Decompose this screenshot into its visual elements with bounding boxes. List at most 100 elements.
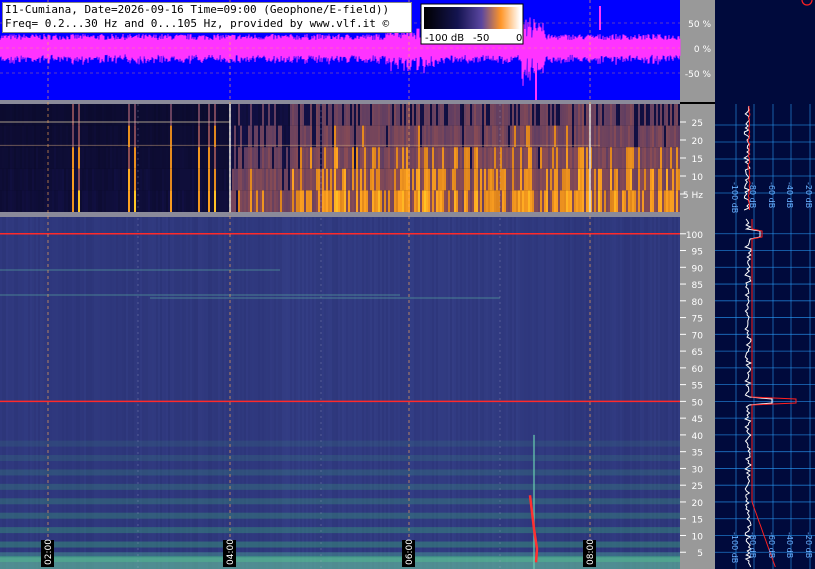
spectrogram-low-cell (150, 190, 152, 212)
spectrogram-low-cell (80, 168, 82, 191)
spectrogram-low-cell (632, 104, 634, 126)
spectrogram-low-cell (104, 125, 106, 148)
spectrogram-low-cell (308, 125, 310, 148)
spectrogram-low-cell (630, 125, 632, 148)
spectrogram-low-cell (28, 168, 30, 191)
spectrogram-low-cell (36, 168, 38, 191)
spectrogram-low-cell (314, 168, 316, 191)
panel-separator-1 (0, 100, 680, 104)
spectrogram-low-cell (486, 147, 488, 169)
spectrogram-low-cell (362, 125, 364, 148)
spectrogram-low-cell (676, 125, 678, 148)
spectrogram-low-cell (16, 168, 18, 191)
spectrogram-low-cell (548, 125, 550, 148)
spectrogram-low-cell (322, 190, 324, 212)
spectrogram-low-cell (670, 147, 672, 169)
spectrogram-high-band (0, 498, 680, 505)
spectrogram-low-cell (642, 147, 644, 169)
spectrogram-low-cell (526, 190, 528, 212)
spectrogram-low-cell (66, 147, 68, 169)
spectrogram-low-cell (222, 125, 224, 148)
spectrogram-low-cell (106, 147, 108, 169)
spectrogram-low-cell (478, 147, 480, 169)
spectrogram-low-cell (188, 168, 190, 191)
spectrogram-low-cell (296, 190, 298, 212)
spectrogram-low-cell (612, 104, 614, 126)
spectrogram-low-cell (388, 147, 390, 169)
spectrogram-low-cell (614, 190, 616, 212)
spectrogram-low-cell (634, 125, 636, 148)
spectrogram-low-cell (412, 125, 414, 148)
spectrogram-low-cell (672, 125, 674, 148)
spectrogram-low-cell (536, 190, 538, 212)
spectrogram-low-cell (560, 147, 562, 169)
spectrogram-low-cell (534, 168, 536, 191)
spectrogram-high-band (0, 557, 680, 569)
spectrogram-low-cell (640, 147, 642, 169)
spectrogram-low-cell (570, 168, 572, 191)
spectrogram-low-cell (466, 168, 468, 191)
spectrogram-low-cell (494, 104, 496, 126)
spectrogram-low-cell (434, 147, 436, 169)
spectrogram-low-cell (240, 190, 242, 212)
spectrogram-low-cell (484, 168, 486, 191)
spectrogram-low-cell (428, 147, 430, 169)
spectrogram-low-cell (34, 190, 36, 212)
spectrogram-low-cell (542, 104, 544, 126)
spectrogram-low-cell (122, 190, 124, 212)
spectrogram-low-cell (572, 147, 574, 169)
spectrogram-low-cell (400, 168, 402, 191)
spectrogram-low-cell (288, 147, 290, 169)
spectrogram-low-cell (116, 168, 118, 191)
spectrogram-low-cell (674, 190, 676, 212)
spectrum-high-db-label: -100 dB (730, 532, 739, 563)
spectrogram-low-cell (412, 104, 414, 126)
spectrogram-low-cell (274, 147, 276, 169)
spectrogram-low-cell (110, 168, 112, 191)
spectrum-high-db-label: -80 dB (748, 532, 757, 558)
spectrogram-low-cell (324, 147, 326, 169)
spectrogram-low-cell (512, 104, 514, 126)
spectrogram-low-cell (502, 125, 504, 148)
spectrogram-low-cell (458, 147, 460, 169)
spectrogram-low-cell (322, 147, 324, 169)
spectrogram-low-cell (400, 125, 402, 148)
spectrogram-low-cell (198, 190, 200, 212)
spectrogram-low-cell (202, 125, 204, 148)
spectrogram-low-cell (412, 147, 414, 169)
spectrogram-low-cell (372, 104, 374, 126)
spectrogram-low-cell (166, 168, 168, 191)
spectrogram-low-cell (140, 125, 142, 148)
spectrogram-low-cell (558, 190, 560, 212)
spectrogram-low-cell (280, 104, 282, 126)
spectrogram-low-cell (594, 168, 596, 191)
spectrogram-low-cell (592, 147, 594, 169)
spectrogram-low-cell (16, 147, 18, 169)
spectrogram-low-cell (82, 125, 84, 148)
spectrogram-high-band (0, 541, 680, 548)
spectrogram-low-cell (548, 168, 550, 191)
spectrogram-low-cell (182, 190, 184, 212)
spectrogram-low-cell (594, 190, 596, 212)
spectrogram-low-cell (210, 190, 212, 212)
spectrogram-low-cell (208, 190, 210, 212)
spectrogram-low-cell (190, 147, 192, 169)
spectrogram-low-cell (380, 168, 382, 191)
spectrogram-low-cell (120, 168, 122, 191)
spectrogram-low-cell (674, 168, 676, 191)
spectrogram-low-cell (248, 190, 250, 212)
spectrogram-low-cell (122, 168, 124, 191)
spectrogram-low-cell (550, 190, 552, 212)
spectrogram-low-cell (304, 190, 306, 212)
spectrogram-low-cell (212, 147, 214, 169)
spectrogram-low-cell (74, 125, 76, 148)
spectrogram-low-cell (326, 147, 328, 169)
spectrogram-low-cell (514, 104, 516, 126)
spectrogram-low-cell (608, 168, 610, 191)
spectrogram-low-cell (192, 125, 194, 148)
spectrogram-low-cell (206, 168, 208, 191)
spectrogram-low-cell (176, 168, 178, 191)
spectrogram-low-cell (8, 125, 10, 148)
spectrogram-low-cell (442, 104, 444, 126)
spectrogram-low-cell (650, 168, 652, 191)
